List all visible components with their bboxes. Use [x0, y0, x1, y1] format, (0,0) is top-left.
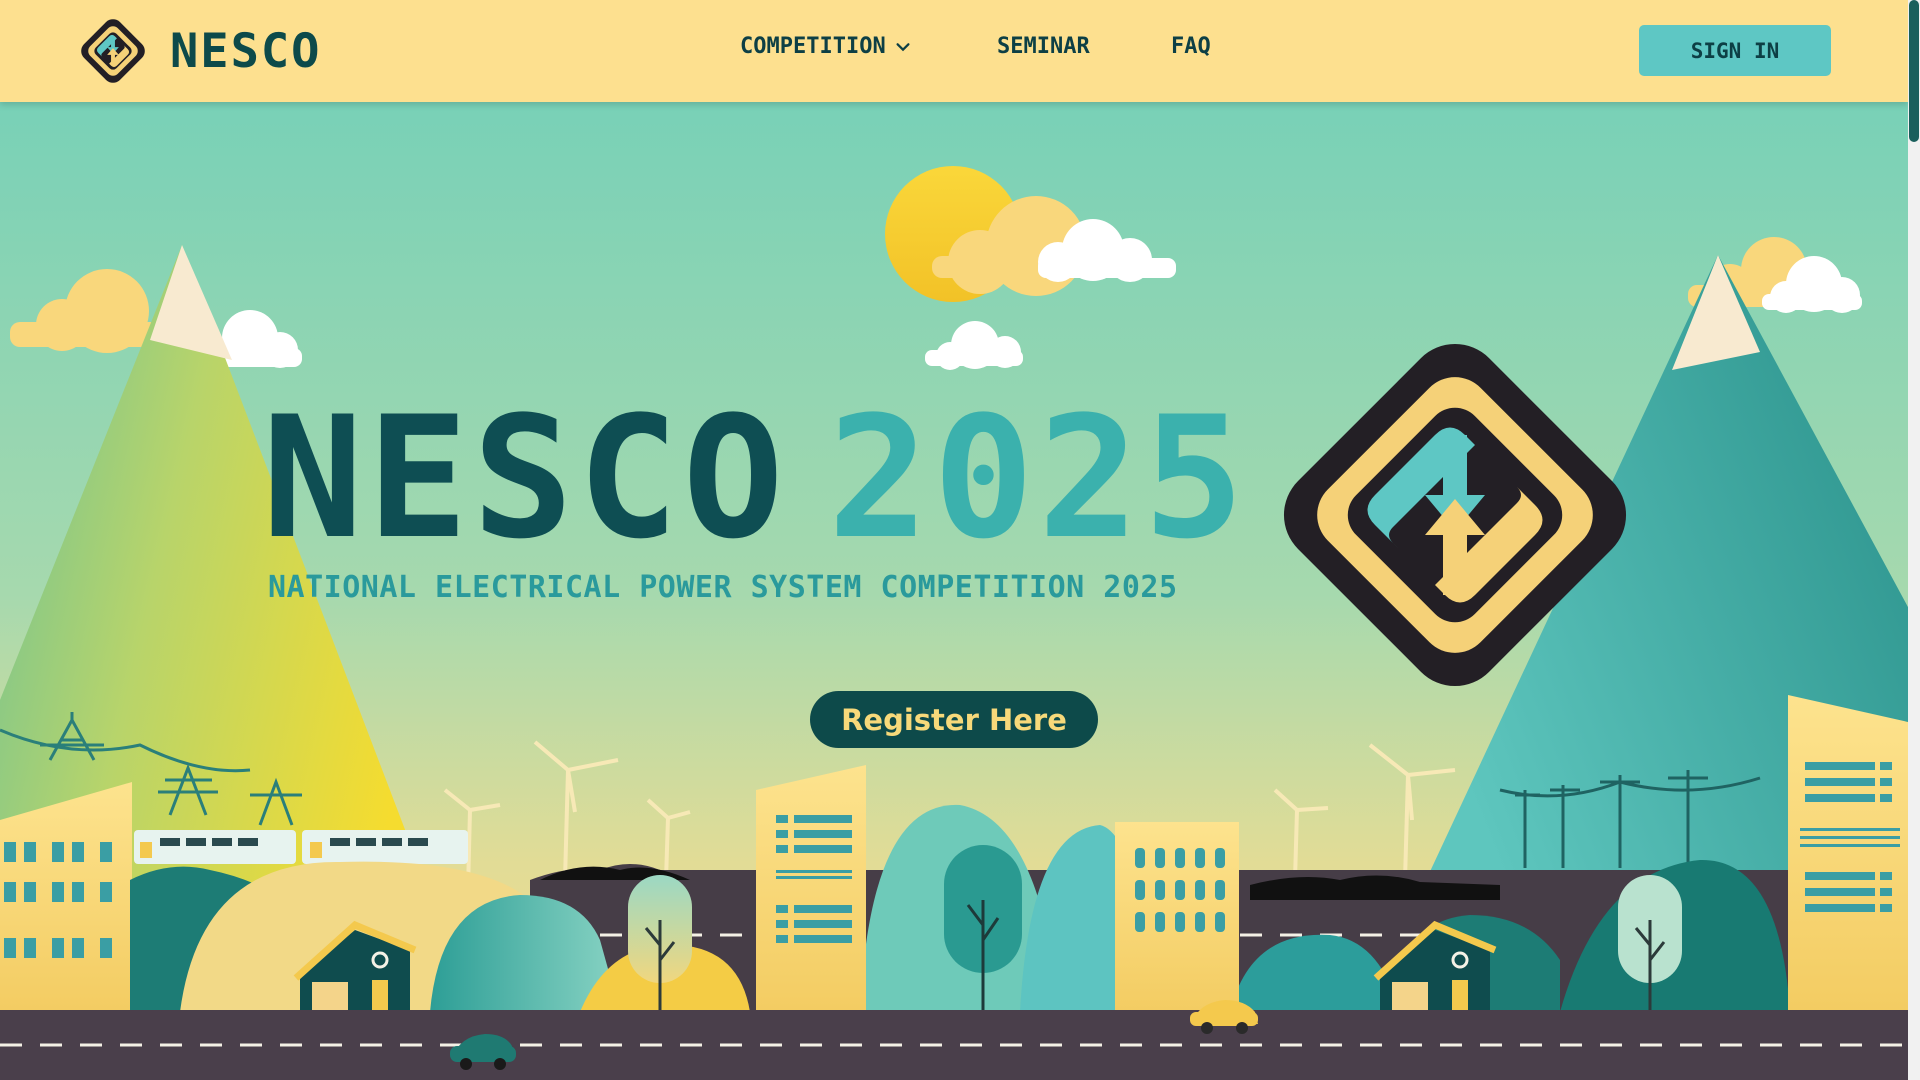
hero-title: NESCO 2025: [262, 394, 1244, 562]
scrollbar-thumb[interactable]: [1909, 0, 1919, 142]
hero-title-nesco: NESCO: [262, 380, 788, 576]
nav-competition-dropdown[interactable]: COMPETITION: [740, 34, 912, 59]
nav-menu: COMPETITION SEMINAR FAQ: [0, 34, 1908, 68]
chevron-down-icon: [896, 42, 910, 51]
hero-title-year: 2025: [827, 380, 1249, 576]
top-navbar: NESCO COMPETITION SEMINAR FAQ SIGN IN: [0, 0, 1908, 102]
nav-faq-link[interactable]: FAQ: [1171, 34, 1211, 59]
nav-seminar-label: SEMINAR: [997, 34, 1090, 59]
nav-competition-label: COMPETITION: [740, 34, 886, 59]
sign-in-button[interactable]: SIGN IN: [1639, 25, 1831, 76]
scrollbar-track[interactable]: [1908, 0, 1920, 1080]
register-button[interactable]: Register Here: [810, 691, 1098, 748]
nav-seminar-link[interactable]: SEMINAR: [997, 34, 1090, 59]
hero-subtitle: NATIONAL ELECTRICAL POWER SYSTEM COMPETI…: [268, 570, 1178, 605]
nav-faq-label: FAQ: [1171, 34, 1211, 59]
